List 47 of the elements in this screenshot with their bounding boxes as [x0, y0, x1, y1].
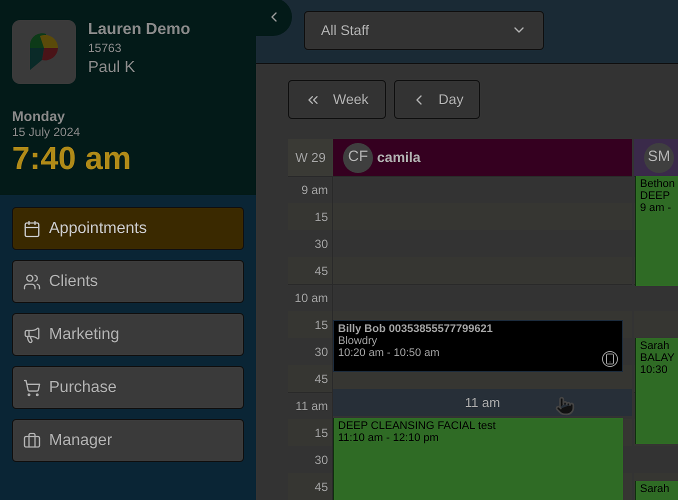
- appointment-text: Blowdry: [338, 335, 378, 347]
- business-code: 15763: [88, 40, 122, 56]
- clock-time: 7:40 am: [12, 140, 132, 176]
- week-number: W 29: [288, 139, 333, 176]
- collapse-sidebar-button[interactable]: [256, 0, 292, 36]
- appointment-text: 9 am -: [640, 202, 672, 214]
- appointment-text: DEEP CLEANSING FACIAL test: [338, 420, 497, 432]
- appointment-text: Bethon: [640, 178, 674, 190]
- staff-avatar: CF: [343, 142, 373, 172]
- appointment-card[interactable]: DEEP CLEANSING FACIAL test 11:10 am - 12:10 pm: [333, 418, 623, 500]
- appointment-text: Sarah: [640, 340, 670, 352]
- hand-cursor-icon: [555, 396, 575, 416]
- appointment-text: Sarah: [640, 483, 670, 495]
- time-label: 9 am: [288, 176, 333, 203]
- briefcase-icon: [23, 432, 41, 450]
- appointment-text: DEEP: [640, 190, 671, 202]
- appointment-text: BALAY: [640, 352, 674, 364]
- megaphone-icon: [23, 326, 41, 344]
- appointment-text: 11:10 am - 12:10 pm: [338, 432, 440, 444]
- appointment-card[interactable]: Billy Bob 00353855577799621 Blowdry 10:20 am - 10:50 am: [333, 320, 623, 372]
- appointment-card[interactable]: Sarah BALAY 10:30: [635, 338, 678, 444]
- staff-name: camila: [377, 148, 421, 167]
- appointment-card[interactable]: Sarah: [635, 481, 678, 500]
- appointment-text: Billy Bob 00353855577799621: [338, 323, 494, 335]
- appointment-text: 10:30: [640, 364, 669, 376]
- appointment-card[interactable]: Bethon DEEP 9 am -: [635, 176, 678, 286]
- phone-icon: [602, 351, 618, 367]
- date: 15 July 2024: [12, 124, 82, 140]
- nav-item[interactable]: Clients: [12, 260, 244, 303]
- view-button[interactable]: Day: [394, 80, 480, 119]
- business-name: Lauren Demo: [88, 20, 190, 40]
- calendar-icon: [23, 220, 41, 238]
- nav-item[interactable]: Appointments: [12, 207, 244, 250]
- user-name: Paul K: [88, 58, 136, 78]
- cart-icon: [23, 378, 41, 396]
- nav-item[interactable]: Marketing: [12, 313, 244, 356]
- weekday: Monday: [12, 108, 66, 124]
- time-label: 11 am: [288, 392, 333, 419]
- nav-item[interactable]: Manager: [12, 419, 244, 462]
- staff-dropdown[interactable]: All Staff: [304, 10, 544, 50]
- hover-time-slot[interactable]: 11 am: [333, 389, 632, 416]
- time-label: 10 am: [288, 284, 333, 311]
- view-button[interactable]: Week: [288, 80, 386, 119]
- people-icon: [23, 272, 41, 290]
- appointment-text: 10:20 am - 10:50 am: [338, 347, 441, 359]
- nav-item[interactable]: Purchase: [12, 366, 244, 409]
- staff-avatar: SM: [644, 142, 674, 172]
